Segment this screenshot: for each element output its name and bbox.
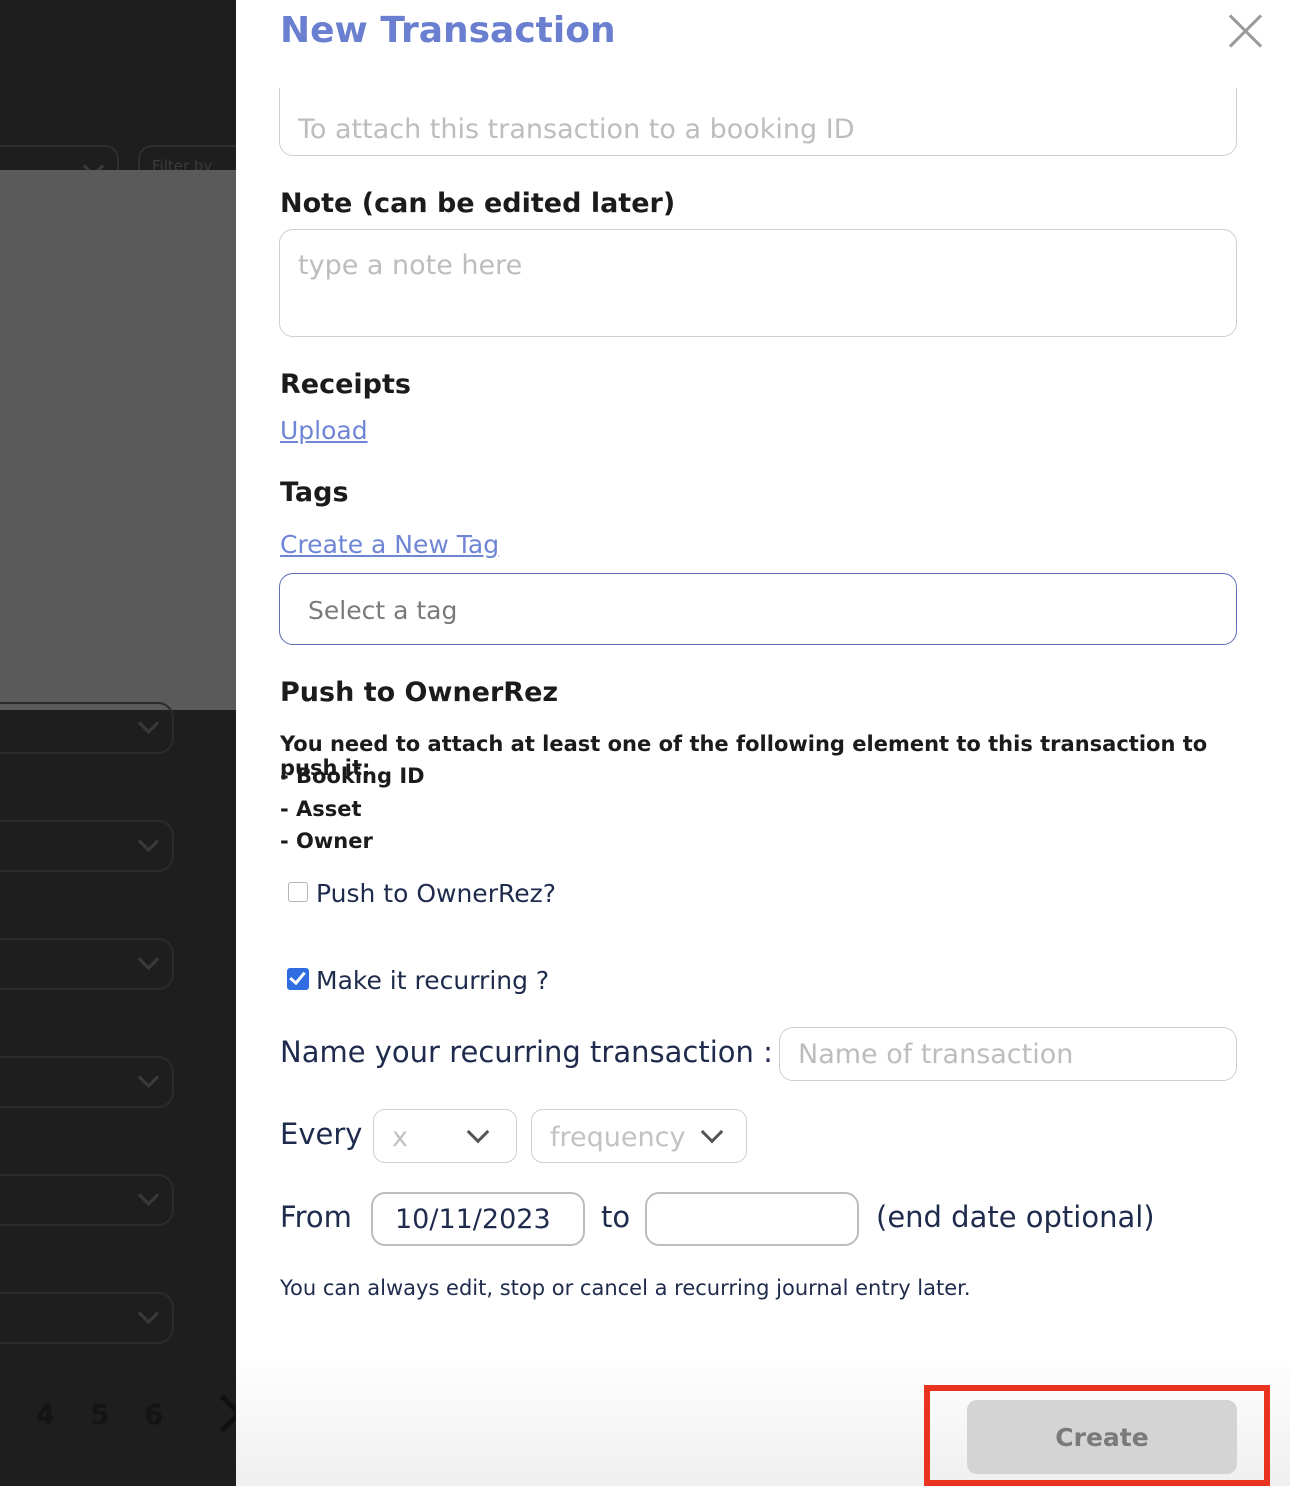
frequency-select[interactable]: frequency [531, 1109, 747, 1163]
background-page: Filter by 4 5 6 [0, 0, 236, 1486]
close-icon[interactable] [1226, 12, 1264, 50]
recurring-footnote: You can always edit, stop or cancel a re… [280, 1276, 971, 1300]
page-number: 5 [90, 1398, 110, 1431]
chevron-down-icon [137, 948, 160, 971]
push-requirement: - Asset [280, 797, 362, 821]
from-label: From [280, 1200, 352, 1234]
every-count-select[interactable]: x [373, 1109, 517, 1163]
every-label: Every [280, 1117, 363, 1151]
bg-select [0, 702, 174, 754]
chevron-down-icon [137, 1066, 160, 1089]
to-date-input[interactable] [645, 1192, 859, 1246]
push-to-ownerrez-label[interactable]: Push to OwnerRez? [316, 879, 556, 908]
push-intro-text: You need to attach at least one of the f… [280, 732, 1208, 780]
every-count-value: x [392, 1122, 408, 1153]
panel-title: New Transaction [280, 10, 616, 51]
new-transaction-panel: New Transaction Note (can be edited late… [236, 0, 1290, 1486]
chevron-down-icon [137, 1184, 160, 1207]
bg-select [0, 1174, 174, 1226]
push-requirement: - Booking ID [280, 764, 425, 788]
end-date-hint: (end date optional) [876, 1200, 1155, 1234]
chevron-down-icon [466, 1120, 490, 1144]
to-label: to [601, 1200, 631, 1234]
bg-select [0, 1292, 174, 1344]
bg-select [0, 1056, 174, 1108]
tags-label: Tags [280, 477, 349, 508]
make-recurring-checkbox[interactable] [287, 968, 309, 990]
page-number: 4 [36, 1398, 56, 1431]
tag-select[interactable]: Select a tag [279, 573, 1237, 645]
create-tag-link[interactable]: Create a New Tag [280, 530, 499, 559]
frequency-value: frequency [550, 1122, 686, 1153]
make-recurring-label[interactable]: Make it recurring ? [316, 966, 549, 995]
bg-select [0, 938, 174, 990]
from-date-input[interactable]: 10/11/2023 [371, 1192, 585, 1246]
page-number: 6 [144, 1398, 164, 1431]
highlight-box [924, 1385, 1270, 1486]
push-requirement: - Owner [280, 829, 373, 853]
chevron-right-icon [204, 1394, 236, 1433]
bg-overlay-panel [0, 170, 236, 710]
chevron-down-icon [700, 1120, 724, 1144]
receipts-label: Receipts [280, 369, 411, 400]
upload-link[interactable]: Upload [280, 416, 368, 445]
recurring-name-label: Name your recurring transaction : [280, 1035, 773, 1069]
bg-select [0, 820, 174, 872]
recurring-name-input[interactable] [779, 1027, 1237, 1081]
push-section-title: Push to OwnerRez [280, 677, 559, 708]
booking-id-input[interactable] [279, 88, 1237, 156]
chevron-down-icon [137, 830, 160, 853]
push-to-ownerrez-checkbox[interactable] [288, 882, 308, 902]
note-textarea[interactable] [279, 229, 1237, 337]
chevron-down-icon [137, 712, 160, 735]
chevron-down-icon [137, 1302, 160, 1325]
note-label: Note (can be edited later) [280, 188, 676, 219]
